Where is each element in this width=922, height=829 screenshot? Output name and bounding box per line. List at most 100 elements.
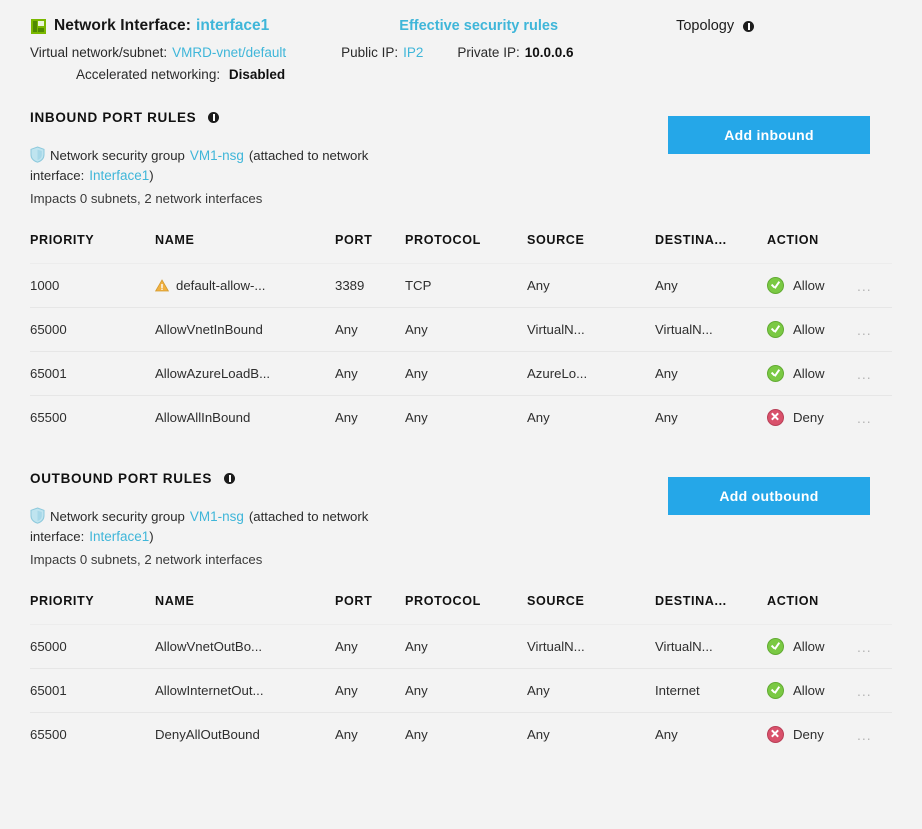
outbound-section-title-label: OUTBOUND PORT RULES [30, 471, 213, 486]
row-more-options-button[interactable]: ... [857, 683, 872, 699]
row-more-options-button[interactable]: ... [857, 727, 872, 743]
cell-action: Allow [767, 351, 857, 396]
cell-port: Any [335, 668, 405, 713]
network-interface-icon [30, 18, 47, 35]
cell-port: Any [335, 712, 405, 756]
column-header-action[interactable]: ACTION [767, 227, 857, 264]
inbound-impacts-text: Impacts 0 subnets, 2 network interfaces [30, 191, 263, 206]
shield-icon [30, 507, 45, 524]
table-row[interactable]: 65500 DenyAllOutBound Any Any Any Any Deny... [30, 712, 892, 756]
allow-check-icon [767, 277, 784, 294]
info-icon[interactable] [208, 112, 220, 123]
column-header-protocol[interactable]: PROTOCOL [405, 227, 527, 264]
cell-priority: 65001 [30, 351, 155, 396]
row-more-options-button[interactable]: ... [857, 366, 872, 382]
column-header-destination[interactable]: DESTINA... [655, 588, 767, 625]
cell-source: VirtualN... [527, 307, 655, 352]
column-header-port[interactable]: PORT [335, 588, 405, 625]
topology-link[interactable]: Topology [676, 18, 755, 34]
network-interface-panel: Network Interface: interface1 Effective … [0, 0, 922, 829]
row-more-options-button[interactable]: ... [857, 278, 872, 294]
virtual-network-label: Virtual network/subnet: [30, 45, 168, 60]
row-more-options-button[interactable]: ... [857, 410, 872, 426]
column-header-protocol[interactable]: PROTOCOL [405, 588, 527, 625]
row-more-options-button[interactable]: ... [857, 322, 872, 338]
table-row[interactable]: 65000 AllowVnetOutBo... Any Any VirtualN... V… [30, 624, 892, 669]
add-outbound-button[interactable]: Add outbound [668, 477, 870, 515]
public-ip-link[interactable]: IP2 [403, 45, 423, 60]
outbound-nsg-prefix: Network security group [50, 509, 185, 524]
inbound-nsg-info: Network security group VM1-nsg (attached t… [30, 146, 500, 209]
allow-check-icon [767, 638, 784, 655]
effective-security-rules-link[interactable]: Effective security rules [399, 18, 558, 34]
cell-port: Any [335, 624, 405, 669]
column-header-name[interactable]: NAME [155, 588, 335, 625]
inbound-nsg-interface-link[interactable]: Interface1 [89, 168, 149, 183]
accelerated-networking-value: Disabled [228, 67, 286, 82]
accelerated-networking-label: Accelerated networking: [76, 67, 221, 82]
outbound-nsg-info: Network security group VM1-nsg (attached t… [30, 507, 500, 570]
column-header-source[interactable]: SOURCE [527, 227, 655, 264]
column-header-action[interactable]: ACTION [767, 588, 857, 625]
cell-action: Allow [767, 668, 857, 713]
outbound-table-header-row: PRIORITY NAME PORT PROTOCOL SOURCE DESTI… [30, 588, 892, 625]
inbound-section-title-label: INBOUND PORT RULES [30, 110, 197, 125]
nic-header-row-accelerated: Accelerated networking: Disabled [76, 67, 922, 82]
cell-destination: Any [655, 351, 767, 396]
table-row[interactable]: 65001 AllowInternetOut... Any Any Any Interne… [30, 668, 892, 713]
rule-name-label: AllowInternetOut... [155, 683, 264, 698]
table-row[interactable]: 65001 AllowAzureLoadB... Any Any AzureLo... A… [30, 351, 892, 396]
outbound-nsg-interface-link[interactable]: Interface1 [89, 529, 149, 544]
cell-more: ... [857, 712, 892, 756]
cell-source: Any [527, 712, 655, 756]
row-more-options-button[interactable]: ... [857, 639, 872, 655]
inbound-rules-table: PRIORITY NAME PORT PROTOCOL SOURCE DESTI… [30, 227, 892, 439]
cell-destination: Any [655, 263, 767, 308]
column-header-destination[interactable]: DESTINA... [655, 227, 767, 264]
deny-cross-icon [767, 409, 784, 426]
rule-name-label: AllowVnetInBound [155, 322, 263, 337]
table-row[interactable]: 65000 AllowVnetInBound Any Any VirtualN... Vi… [30, 307, 892, 352]
info-icon[interactable] [743, 20, 755, 32]
table-row[interactable]: 1000 default-allow-... 3389 TCP Any Any Allow.… [30, 263, 892, 308]
cell-protocol: TCP [405, 263, 527, 308]
rule-name-label: DenyAllOutBound [155, 727, 260, 742]
outbound-nsg-link[interactable]: VM1-nsg [190, 509, 244, 524]
cell-source: Any [527, 395, 655, 439]
cell-port: Any [335, 307, 405, 352]
nic-header: Network Interface: interface1 Effective … [0, 0, 922, 82]
column-header-source[interactable]: SOURCE [527, 588, 655, 625]
column-header-priority[interactable]: PRIORITY [30, 227, 155, 264]
cell-source: AzureLo... [527, 351, 655, 396]
cell-priority: 65000 [30, 624, 155, 669]
cell-protocol: Any [405, 351, 527, 396]
cell-protocol: Any [405, 395, 527, 439]
status-badge: Allow [793, 683, 825, 698]
cell-priority: 65500 [30, 395, 155, 439]
column-header-name[interactable]: NAME [155, 227, 335, 264]
column-header-port[interactable]: PORT [335, 227, 405, 264]
inbound-nsg-link[interactable]: VM1-nsg [190, 148, 244, 163]
cell-more: ... [857, 395, 892, 439]
cell-name: AllowVnetInBound [155, 307, 335, 352]
cell-action: Allow [767, 307, 857, 352]
status-badge: Deny [793, 727, 824, 742]
cell-action: Allow [767, 624, 857, 669]
table-row[interactable]: 65500 AllowAllInBound Any Any Any Any Deny... [30, 395, 892, 439]
column-header-priority[interactable]: PRIORITY [30, 588, 155, 625]
nic-header-row-network: Virtual network/subnet: VMRD-vnet/defaul… [30, 45, 922, 60]
outbound-nsg-paren-close: ) [149, 529, 154, 544]
inbound-nsg-attached-text: (attached to network [248, 148, 369, 163]
add-inbound-button[interactable]: Add inbound [668, 116, 870, 154]
inbound-port-rules-section: INBOUND PORT RULES Add inbound Network s… [0, 110, 922, 439]
cell-name: AllowAllInBound [155, 395, 335, 439]
cell-more: ... [857, 668, 892, 713]
cell-source: Any [527, 668, 655, 713]
info-icon[interactable] [224, 473, 236, 484]
cell-destination: VirtualN... [655, 624, 767, 669]
cell-destination: Any [655, 395, 767, 439]
cell-source: Any [527, 263, 655, 308]
interface-name-link[interactable]: interface1 [196, 17, 269, 35]
virtual-network-link[interactable]: VMRD-vnet/default [172, 45, 286, 60]
cell-priority: 65000 [30, 307, 155, 352]
